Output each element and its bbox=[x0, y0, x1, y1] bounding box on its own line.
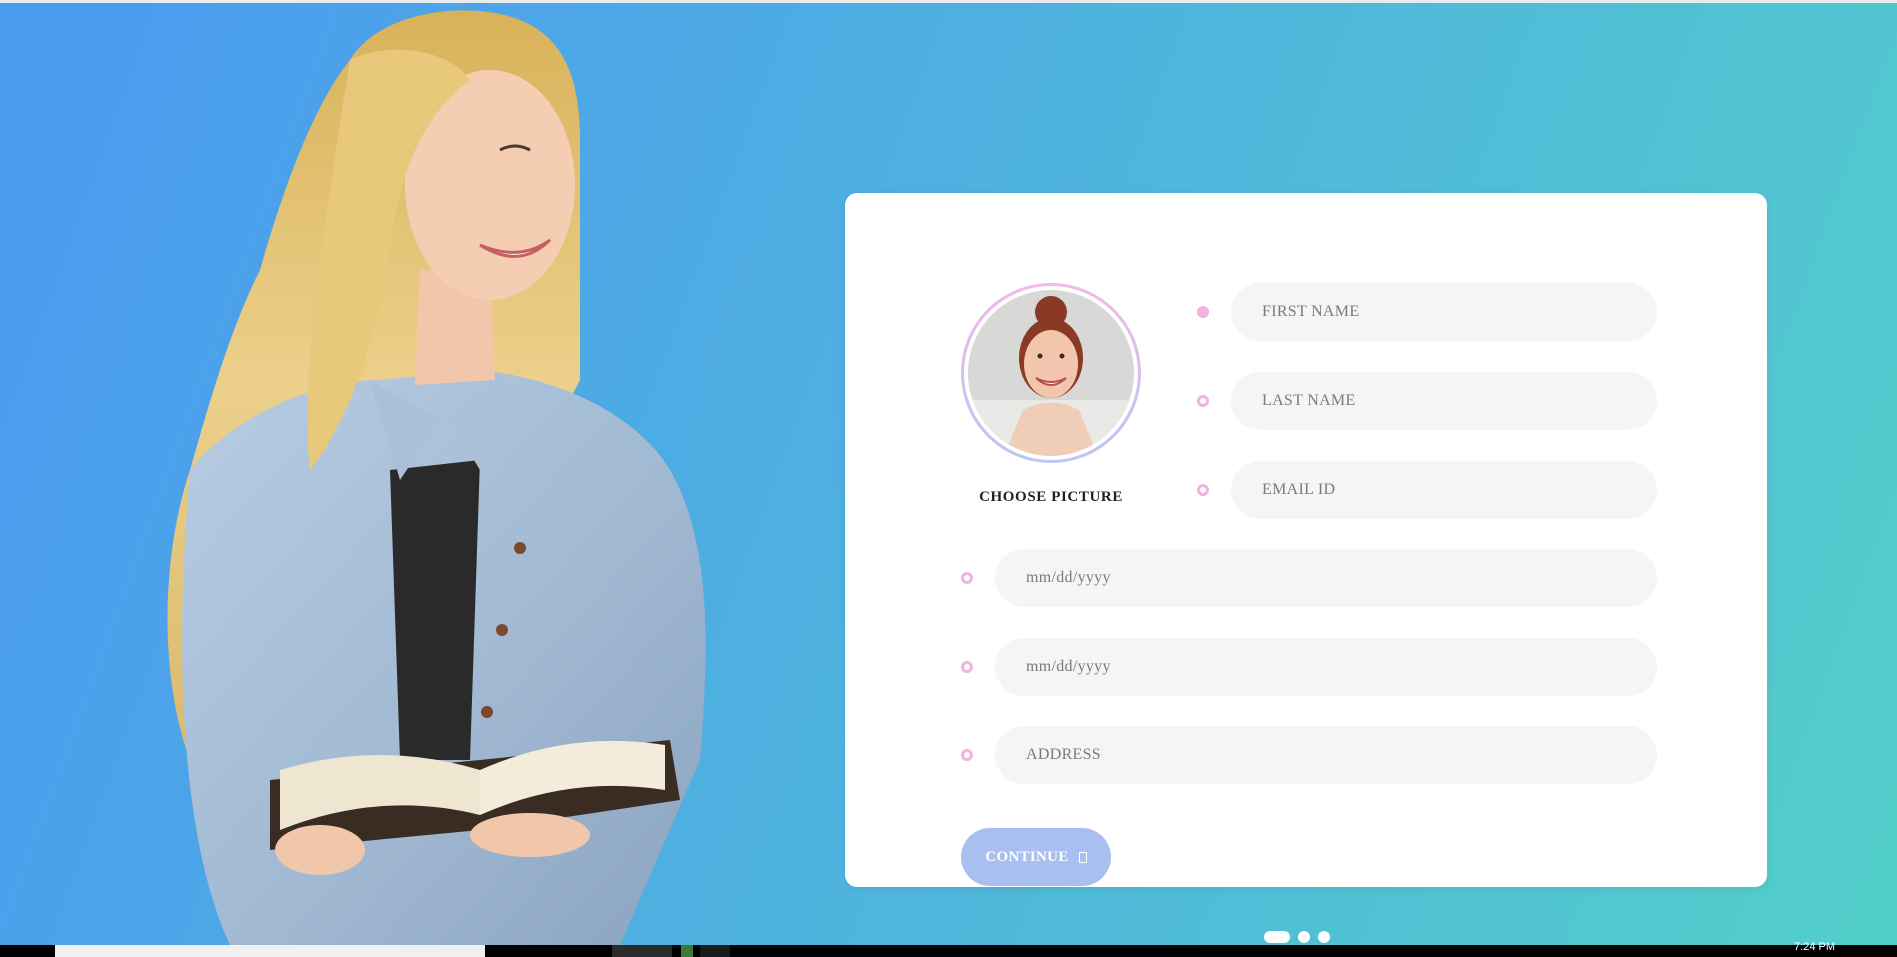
pager-dot[interactable] bbox=[1318, 931, 1330, 943]
step-dot-icon bbox=[961, 661, 973, 673]
address-input[interactable] bbox=[995, 726, 1657, 784]
hero-woman-with-book-image bbox=[167, 10, 706, 945]
step-dot-icon bbox=[1197, 484, 1209, 496]
signup-page: CHOOSE PICTURE FIRST NAME LAST NAME EMAI… bbox=[0, 0, 1897, 957]
avatar-picker[interactable] bbox=[961, 283, 1141, 463]
email-row bbox=[1197, 461, 1657, 519]
last-name-input[interactable] bbox=[1231, 372, 1657, 430]
avatar-image bbox=[968, 290, 1134, 456]
first-name-row bbox=[1197, 283, 1657, 341]
step-dot-icon bbox=[961, 749, 973, 761]
avatar-frame bbox=[964, 286, 1138, 460]
taskbar-app-button[interactable] bbox=[700, 945, 730, 957]
address-row bbox=[961, 726, 1657, 784]
pager-dot[interactable] bbox=[1298, 931, 1310, 943]
pager-dot-active[interactable] bbox=[1264, 931, 1290, 943]
square-icon bbox=[1078, 851, 1087, 863]
continue-button[interactable]: CONTINUE bbox=[961, 828, 1111, 886]
os-taskbar: 7:24 PM bbox=[0, 941, 1897, 957]
taskbar-app-button[interactable] bbox=[612, 945, 672, 957]
continue-label: CONTINUE bbox=[985, 848, 1069, 865]
last-name-row bbox=[1197, 372, 1657, 430]
active-step-dot-icon bbox=[1197, 306, 1209, 318]
step-dot-icon bbox=[961, 572, 973, 584]
date-input-2[interactable] bbox=[995, 638, 1657, 696]
date-row-2 bbox=[961, 638, 1657, 696]
taskbar-clock[interactable]: 7:24 PM bbox=[1794, 941, 1835, 953]
taskbar-app-button[interactable] bbox=[681, 945, 693, 957]
date-input-1[interactable] bbox=[995, 549, 1657, 607]
step-dot-icon bbox=[1197, 395, 1209, 407]
email-input[interactable] bbox=[1231, 461, 1657, 519]
first-name-input[interactable] bbox=[1231, 283, 1657, 341]
date-row-1 bbox=[961, 549, 1657, 607]
carousel-pager bbox=[1264, 931, 1330, 943]
taskbar-search-box[interactable] bbox=[55, 945, 485, 957]
signup-card: CHOOSE PICTURE FIRST NAME LAST NAME EMAI… bbox=[845, 193, 1767, 887]
choose-picture-label[interactable]: CHOOSE PICTURE bbox=[961, 489, 1141, 506]
